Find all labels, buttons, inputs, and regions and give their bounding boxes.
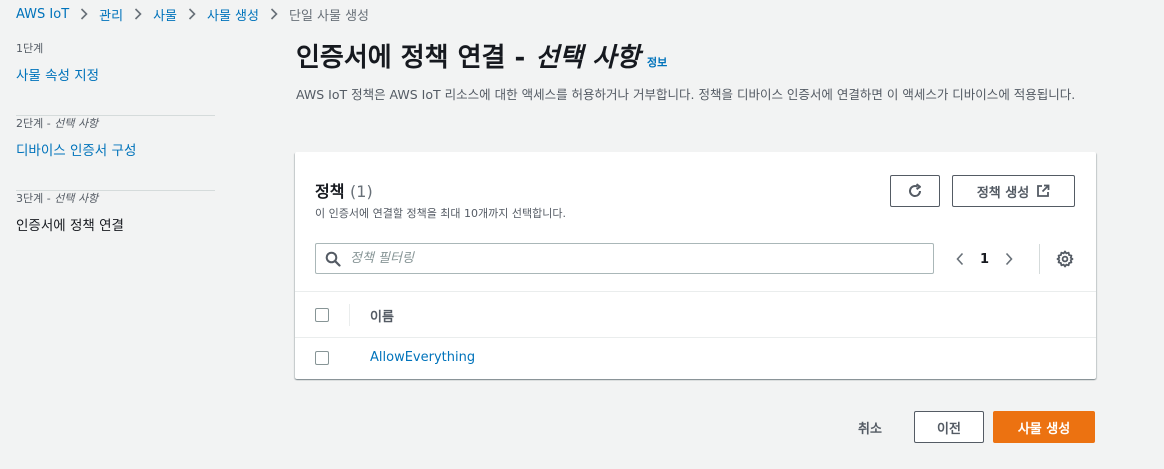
previous-button[interactable]: 이전 — [914, 411, 984, 443]
table-row: AllowEverything — [295, 338, 1096, 379]
policies-container: 정책 (1) 이 인증서에 연결할 정책을 최대 10개까지 선택합니다. 정책… — [295, 152, 1096, 379]
create-thing-button[interactable]: 사물 생성 — [993, 411, 1095, 443]
step-link-device-certificate[interactable]: 디바이스 인증서 구성 — [16, 139, 215, 159]
chevron-right-icon — [188, 8, 196, 20]
create-thing-page: AWS IoT 관리 사물 사물 생성 단일 사물 생성 1단계 사물 속성 지… — [0, 0, 1164, 469]
policies-description: 이 인증서에 연결할 정책을 최대 10개까지 선택합니다. — [315, 207, 566, 220]
policies-count: (1) — [350, 182, 373, 201]
chevron-right-icon — [270, 8, 278, 20]
select-all-checkbox[interactable] — [315, 308, 329, 322]
breadcrumb-manage[interactable]: 관리 — [99, 5, 123, 24]
step-kicker: 3단계 - 선택 사항 — [16, 192, 99, 205]
step-kicker: 2단계 - 선택 사항 — [16, 117, 99, 130]
refresh-button[interactable] — [890, 175, 940, 207]
breadcrumb: AWS IoT 관리 사물 사물 생성 단일 사물 생성 — [16, 5, 370, 24]
pagination: 1 — [950, 248, 1019, 270]
external-link-icon — [1036, 184, 1050, 198]
breadcrumb-things[interactable]: 사물 — [153, 5, 177, 24]
chevron-right-icon — [80, 8, 88, 20]
policies-title: 정책 (1) — [315, 182, 373, 201]
table-header: 이름 — [295, 291, 1096, 338]
column-divider — [349, 304, 350, 326]
breadcrumb-aws-iot[interactable]: AWS IoT — [16, 7, 69, 22]
chevron-right-icon[interactable] — [999, 249, 1019, 269]
column-header-name[interactable]: 이름 — [370, 306, 394, 325]
gear-icon[interactable] — [1055, 249, 1075, 269]
info-link[interactable]: 정보 — [647, 43, 667, 83]
policy-name-link[interactable]: AllowEverything — [370, 350, 475, 365]
policy-filter-input[interactable] — [350, 251, 910, 266]
page-header: 인증서에 정책 연결 - 선택 사항 정보 AWS IoT 정책은 AWS Io… — [296, 38, 1096, 105]
step-kicker: 1단계 — [16, 42, 44, 55]
step-3: 3단계 - 선택 사항 인증서에 정책 연결 — [16, 191, 215, 266]
breadcrumb-create-things[interactable]: 사물 생성 — [207, 5, 259, 24]
policy-filter — [315, 243, 934, 274]
chevron-left-icon[interactable] — [950, 249, 970, 269]
breadcrumb-current: 단일 사물 생성 — [288, 8, 370, 24]
wizard-steps: 1단계 사물 속성 지정 2단계 - 선택 사항 디바이스 인증서 구성 3단계… — [16, 41, 215, 266]
search-icon — [325, 251, 341, 267]
chevron-right-icon — [134, 8, 142, 20]
refresh-icon — [907, 183, 923, 199]
step-current-attach-policies: 인증서에 정책 연결 — [16, 218, 124, 234]
page-title: 인증서에 정책 연결 - 선택 사항 정보 — [296, 38, 1096, 83]
cancel-button[interactable]: 취소 — [842, 412, 898, 442]
row-checkbox[interactable] — [315, 351, 329, 365]
page-number[interactable]: 1 — [980, 252, 989, 267]
step-2: 2단계 - 선택 사항 디바이스 인증서 구성 — [16, 116, 215, 191]
step-1: 1단계 사물 속성 지정 — [16, 41, 215, 116]
create-policy-button[interactable]: 정책 생성 — [952, 175, 1075, 207]
divider — [1039, 244, 1040, 274]
page-description: AWS IoT 정책은 AWS IoT 리소스에 대한 액세스를 허용하거나 거… — [296, 87, 1076, 102]
step-link-thing-properties[interactable]: 사물 속성 지정 — [16, 64, 215, 84]
